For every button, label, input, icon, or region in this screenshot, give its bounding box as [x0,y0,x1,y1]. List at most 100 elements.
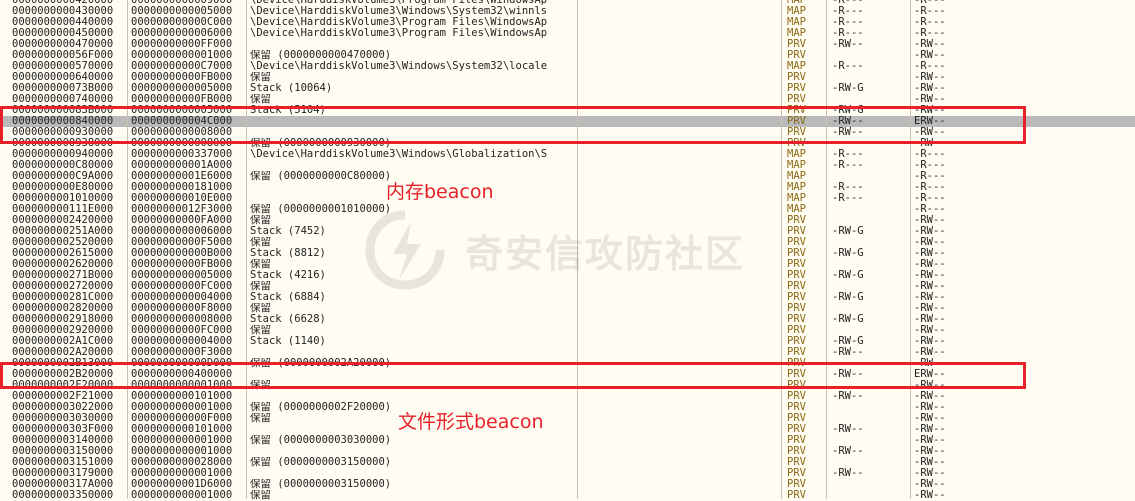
table-row[interactable]: 0000000003030000 000000000000F000 保留 PRV -RW… [0,413,1135,424]
table-row[interactable]: 0000000002720000 00000000000FC000 保留 PRV -RW… [0,281,1135,292]
table-row[interactable]: 0000000002A20000 00000000000F3000 PRV -RW--… [0,347,1135,358]
table-row[interactable]: 0000000001010000 000000000010E000 MAP -R---… [0,193,1135,204]
table-row[interactable]: 0000000003350000 0000000000001000 保留 PRV -RW… [0,490,1135,501]
address-cell: 0000000003350000 [12,490,114,501]
address-cell: 0000000002520000 [12,237,114,248]
initial-protection-cell: -R--- [914,61,946,72]
table-row[interactable]: 0000000002620000 00000000000FB000 保留 PRV -RW… [0,259,1135,270]
size-cell: 00000000000FB000 [131,259,233,270]
table-row[interactable]: 0000000003179000 0000000000001000 PRV -RW--… [0,468,1135,479]
address-cell: 0000000000C80000 [12,160,114,171]
size-cell: 00000000000F8000 [131,303,233,314]
address-cell: 0000000000E80000 [12,182,114,193]
info-cell: \Device\HarddiskVolume3\Windows\System32… [250,6,548,17]
table-row[interactable]: 0000000003140000 0000000000001000 保留 (0000… [0,435,1135,446]
table-row[interactable]: 0000000000570000 00000000000C7000 \Device\… [0,61,1135,72]
table-row[interactable]: 0000000002920000 00000000000FC000 保留 PRV -RW… [0,325,1135,336]
address-cell: 000000000056F000 [12,50,114,61]
memory-beacon-label: 内存beacon [386,181,494,203]
initial-protection-cell: -RW-- [914,457,946,468]
size-cell: 00000000000FB000 [131,72,233,83]
table-row[interactable]: 0000000000470000 00000000000FF000 PRV -RW--… [0,39,1135,50]
info-cell: 保留 [250,72,271,83]
type-cell: PRV [787,402,806,413]
protection-cell: -RW-- [832,39,864,50]
table-row[interactable]: 0000000000C80000 000000000001A000 MAP -R---… [0,160,1135,171]
table-row[interactable]: 000000000303F000 0000000000101000 PRV -RW--… [0,424,1135,435]
table-row[interactable]: 0000000003151000 0000000000028000 保留 (0000… [0,457,1135,468]
info-cell: 保留 [250,215,271,226]
type-cell: PRV [787,457,806,468]
table-row[interactable]: 0000000002615000 000000000000B000 Stack (8… [0,248,1135,259]
table-row[interactable]: 0000000000430000 0000000000005000 \Device\… [0,6,1135,17]
table-row[interactable]: 0000000000450000 0000000000006000 \Device\… [0,28,1135,39]
table-row[interactable]: 000000000271B000 0000000000005000 Stack (4… [0,270,1135,281]
initial-protection-cell: -RW-- [914,303,946,314]
initial-protection-cell: -RW-- [914,94,946,105]
table-row[interactable]: 0000000000940000 0000000000337000 \Device\… [0,149,1135,160]
table-row[interactable]: 0000000002918000 0000000000008000 Stack (6… [0,314,1135,325]
table-row[interactable]: 000000000111E000 00000000012F3000 保留 (0000… [0,204,1135,215]
size-cell: 0000000000001000 [131,435,233,446]
address-cell: 0000000002620000 [12,259,114,270]
info-cell: Stack (10064) [250,83,333,94]
initial-protection-cell: -RW-- [914,413,946,424]
info-cell: 保留 [250,259,271,270]
size-cell: 0000000000006000 [131,226,233,237]
type-cell: PRV [787,424,806,435]
table-row[interactable]: 0000000000E80000 0000000000181000 MAP -R---… [0,182,1135,193]
size-cell: 0000000000001000 [131,446,233,457]
info-cell: \Device\HarddiskVolume3\Program Files\Wi… [250,17,548,28]
info-cell: Stack (6884) [250,292,326,303]
address-cell: 0000000003140000 [12,435,114,446]
table-row[interactable]: 0000000000440000 000000000000C000 \Device\… [0,17,1135,28]
address-cell: 0000000000C9A000 [12,171,114,182]
initial-protection-cell: -RW-- [914,237,946,248]
info-cell: 保留 [250,281,271,292]
address-cell: 0000000000940000 [12,149,114,160]
address-cell: 0000000002F21000 [12,391,114,402]
table-row[interactable]: 0000000003150000 0000000000001000 PRV -RW--… [0,446,1135,457]
table-row[interactable]: 000000000317A000 00000000001D6000 保留 (0000… [0,479,1135,490]
type-cell: MAP [787,28,806,39]
column-divider [826,0,827,499]
address-cell: 0000000003151000 [12,457,114,468]
initial-protection-cell: -RW-- [914,479,946,490]
info-cell: \Device\HarddiskVolume3\Windows\Globaliz… [250,149,548,160]
type-cell: MAP [787,17,806,28]
size-cell: 000000000010E000 [131,193,233,204]
type-cell: PRV [787,83,806,94]
initial-protection-cell: -RW-- [914,347,946,358]
initial-protection-cell: -RW-- [914,215,946,226]
protection-cell: -RW-- [832,446,864,457]
table-row[interactable]: 0000000002820000 00000000000F8000 保留 PRV -RW… [0,303,1135,314]
table-row[interactable]: 000000000056F000 0000000000001000 保留 (0000… [0,50,1135,61]
table-row[interactable]: 0000000003022000 0000000000001000 保留 (0000… [0,402,1135,413]
info-cell: Stack (1140) [250,336,326,347]
size-cell: 00000000012F3000 [131,204,233,215]
type-cell: PRV [787,215,806,226]
size-cell: 00000000001D6000 [131,479,233,490]
type-cell: MAP [787,6,806,17]
table-row[interactable]: 0000000000640000 00000000000FB000 保留 PRV -RW… [0,72,1135,83]
table-row[interactable]: 0000000002A1C000 0000000000004000 Stack (1… [0,336,1135,347]
type-cell: PRV [787,259,806,270]
table-row[interactable]: 0000000002420000 00000000000FA000 保留 PRV -RW… [0,215,1135,226]
protection-cell: -RW-- [832,347,864,358]
table-row[interactable]: 0000000002F21000 0000000000101000 PRV -RW--… [0,391,1135,402]
size-cell: 0000000000005000 [131,270,233,281]
table-row[interactable]: 0000000000740000 00000000000FB000 保留 PRV -RW… [0,94,1135,105]
protection-cell: -R--- [832,160,864,171]
table-row[interactable]: 0000000000C9A000 00000000001E6000 保留 (0000… [0,171,1135,182]
table-row[interactable]: 000000000073B000 0000000000005000 Stack (1… [0,83,1135,94]
table-row[interactable]: 0000000002520000 00000000000F5000 保留 PRV -RW… [0,237,1135,248]
address-cell: 0000000000440000 [12,17,114,28]
address-cell: 000000000111E000 [12,204,114,215]
table-row[interactable]: 000000000251A000 0000000000006000 Stack (7… [0,226,1135,237]
table-row[interactable]: 000000000281C000 0000000000004000 Stack (6… [0,292,1135,303]
type-cell: PRV [787,391,806,402]
address-cell: 0000000002420000 [12,215,114,226]
protection-cell: -RW-- [832,391,864,402]
protection-cell: -R--- [832,193,864,204]
protection-cell: -RW-G [832,248,864,259]
